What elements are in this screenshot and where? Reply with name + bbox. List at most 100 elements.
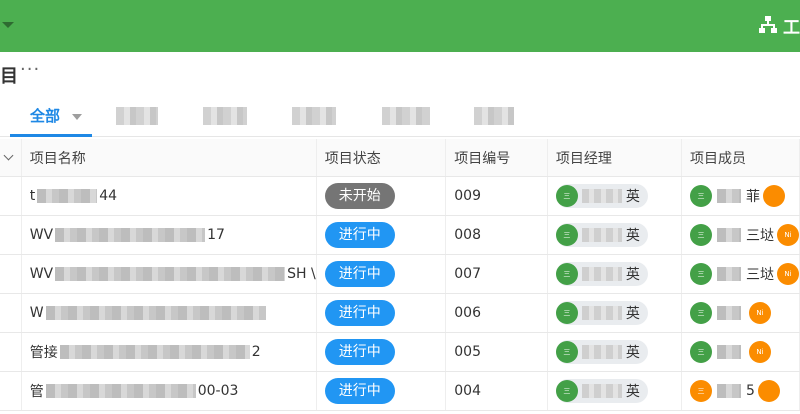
manager-chip[interactable]: 三英 <box>555 379 648 403</box>
project-name-cell[interactable]: t 44 <box>21 176 317 216</box>
status-cell: 进行中 <box>316 371 447 411</box>
row-spacer <box>0 215 22 255</box>
tab-obscured-2[interactable] <box>203 107 247 125</box>
tab-obscured-5[interactable] <box>474 107 514 125</box>
member-name-obscured <box>716 345 741 359</box>
row-spacer <box>0 176 22 216</box>
manager-name-obscured <box>581 189 622 203</box>
code-cell: 009 <box>445 176 548 216</box>
manager-cell: 三英 <box>547 332 682 372</box>
status-badge[interactable]: 进行中 <box>324 378 395 404</box>
status-badge[interactable]: 未开始 <box>324 183 395 209</box>
avatar[interactable]: 三 <box>689 185 712 207</box>
avatar[interactable]: 三 <box>689 341 712 363</box>
table-row[interactable]: WV 17 进行中 008 三英 三 三垯 Ni <box>0 215 800 255</box>
menu-caret-icon[interactable] <box>2 22 14 28</box>
status-badge[interactable]: 进行中 <box>324 261 395 287</box>
project-name-cell[interactable]: 管 00-03 <box>21 371 317 411</box>
top-bar: 工 <box>0 0 800 52</box>
sitemap-icon[interactable] <box>759 16 777 34</box>
project-name-prefix: W <box>29 305 44 321</box>
project-name-suffix: 00-03 <box>197 383 239 399</box>
project-table: 项目名称 项目状态 项目编号 项目经理 项目成员 t 44 未开始 009 三英三菲 WV… <box>0 139 800 411</box>
members-cell: 三菲 <box>681 176 800 216</box>
chevron-down-icon[interactable] <box>3 150 14 160</box>
expand-header[interactable] <box>0 139 22 177</box>
col-header-code[interactable]: 项目编号 <box>445 139 548 177</box>
row-spacer <box>0 293 22 333</box>
project-name-cell[interactable]: WV 17 <box>21 215 317 255</box>
project-name-cell[interactable]: WV SH \ <box>21 254 317 294</box>
avatar: 三 <box>555 185 578 207</box>
member-name-obscured <box>716 189 741 203</box>
col-header-manager[interactable]: 项目经理 <box>547 139 682 177</box>
col-header-name[interactable]: 项目名称 <box>21 139 317 177</box>
manager-chip[interactable]: 三英 <box>555 223 648 247</box>
col-header-status[interactable]: 项目状态 <box>316 139 447 177</box>
avatar[interactable] <box>762 185 785 207</box>
status-badge[interactable]: 进行中 <box>324 222 395 248</box>
topbar-right[interactable]: 工 <box>759 12 800 38</box>
avatar: 三 <box>555 341 578 363</box>
table-header: 项目名称 项目状态 项目编号 项目经理 项目成员 <box>0 139 800 177</box>
manager-name-suffix: 英 <box>625 345 640 361</box>
avatar[interactable]: Ni <box>776 224 799 246</box>
chevron-down-icon[interactable] <box>72 114 82 120</box>
project-name-obscured <box>59 345 250 359</box>
topbar-label[interactable]: 工 <box>783 13 800 38</box>
project-name-obscured <box>45 306 266 320</box>
member-name-obscured <box>716 384 741 398</box>
avatar: 三 <box>555 380 578 402</box>
project-name-cell[interactable]: W <box>21 293 317 333</box>
tab-all[interactable]: 全部 <box>10 98 92 137</box>
status-cell: 进行中 <box>316 254 447 294</box>
project-name-suffix: 44 <box>99 188 118 204</box>
avatar[interactable]: 三 <box>689 263 712 285</box>
more-icon[interactable]: ··· <box>20 59 40 80</box>
avatar[interactable]: Ni <box>748 302 771 324</box>
members-cell: 三 三垯 Ni <box>681 215 800 255</box>
tab-obscured-4[interactable] <box>382 107 430 125</box>
manager-chip[interactable]: 三英 <box>555 340 648 364</box>
manager-name-suffix: 英 <box>625 267 640 283</box>
avatar[interactable]: 三 <box>689 224 712 246</box>
members-cell: 三 Ni <box>681 293 800 333</box>
code-cell: 007 <box>445 254 548 294</box>
project-name-prefix: WV <box>29 227 54 243</box>
member-name: 菲 <box>745 189 760 205</box>
table-row[interactable]: WV SH \ 进行中 007 三英 三 三垯 Ni <box>0 254 800 294</box>
col-header-members[interactable]: 项目成员 <box>681 139 800 177</box>
avatar[interactable]: Ni <box>776 263 799 285</box>
page-title: 目 <box>0 66 18 87</box>
manager-chip[interactable]: 三英 <box>555 184 648 208</box>
code-cell: 008 <box>445 215 548 255</box>
avatar[interactable]: Ni <box>748 341 771 363</box>
avatar[interactable] <box>757 380 780 402</box>
status-badge[interactable]: 进行中 <box>324 339 395 365</box>
avatar[interactable]: 三 <box>689 302 712 324</box>
project-code: 005 <box>454 344 481 360</box>
manager-cell: 三英 <box>547 254 682 294</box>
manager-chip[interactable]: 三英 <box>555 262 648 286</box>
code-cell: 005 <box>445 332 548 372</box>
table-row[interactable]: 管接 2 进行中 005 三英三 Ni <box>0 332 800 372</box>
manager-chip[interactable]: 三英 <box>555 301 648 325</box>
manager-name-suffix: 英 <box>625 306 640 322</box>
table-row[interactable]: t 44 未开始 009 三英三菲 <box>0 176 800 216</box>
member-name: 三垯 <box>745 228 774 244</box>
tab-obscured-3[interactable] <box>292 107 336 125</box>
project-name-suffix: 17 <box>207 227 225 243</box>
project-code: 007 <box>454 266 481 282</box>
member-name-obscured <box>716 267 741 281</box>
manager-name-obscured <box>581 384 622 398</box>
tab-obscured-1[interactable] <box>116 107 158 125</box>
avatar[interactable]: 三 <box>689 380 712 402</box>
members-cell: 三 Ni <box>681 332 800 372</box>
status-cell: 进行中 <box>316 215 447 255</box>
table-row[interactable]: 管 00-03 进行中 004 三英三 5 <box>0 371 800 411</box>
status-badge[interactable]: 进行中 <box>324 300 395 326</box>
table-row[interactable]: W 进行中 006 三英三 Ni <box>0 293 800 333</box>
manager-name-suffix: 英 <box>625 228 640 244</box>
project-name-cell[interactable]: 管接 2 <box>21 332 317 372</box>
member-name: 三垯 <box>745 267 774 283</box>
